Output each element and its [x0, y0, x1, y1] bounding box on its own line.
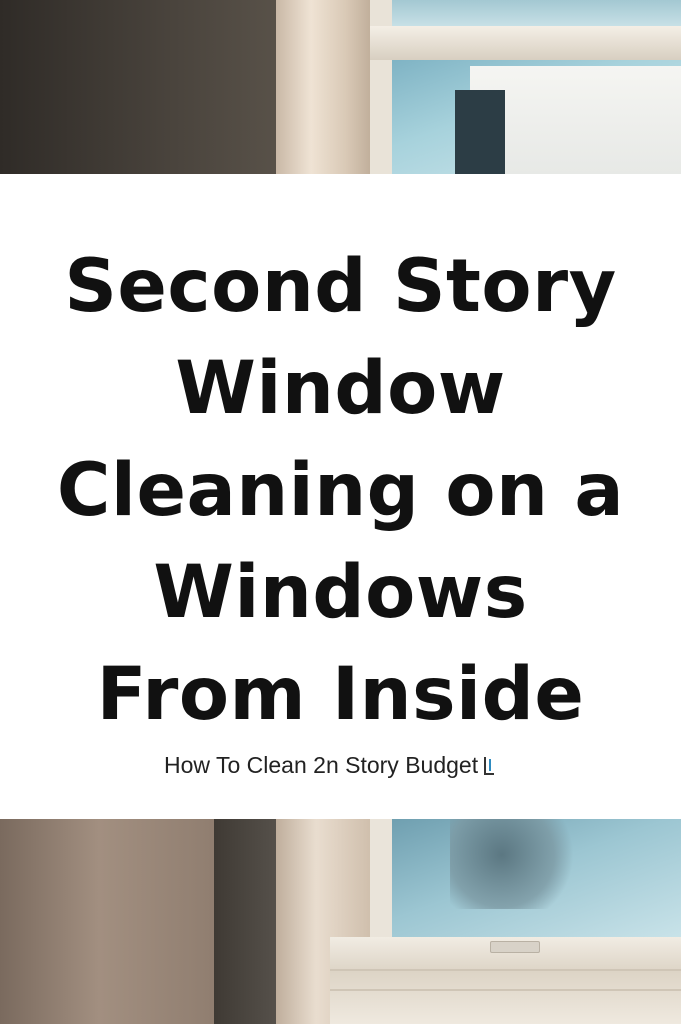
interior-wall	[0, 0, 290, 174]
title-line-2: Window	[175, 346, 506, 431]
title-line-3: Cleaning on a	[56, 448, 625, 533]
subtitle-text: How To Clean 2n Story Budget	[164, 752, 479, 778]
window-glass-upper	[392, 0, 681, 26]
sill-groove	[330, 969, 681, 971]
wall-shadow	[214, 819, 276, 1024]
window-rail	[370, 26, 681, 60]
interior-wall-bottom	[0, 819, 220, 1024]
page-title: Second Story Window Cleaning on a Window…	[20, 236, 661, 746]
window-photo-bottom	[0, 819, 681, 1024]
window-photo-top	[0, 0, 681, 174]
tree-shadow	[455, 90, 505, 174]
bracket-icon	[484, 757, 495, 775]
title-line-4: Windows	[153, 550, 528, 635]
window-trim	[276, 0, 376, 174]
window-latch	[490, 941, 540, 953]
sill-groove	[330, 989, 681, 991]
title-panel: Second Story Window Cleaning on a Window…	[0, 174, 681, 819]
water-spots	[450, 819, 580, 909]
title-line-5: From Inside	[96, 652, 585, 737]
title-line-1: Second Story	[64, 244, 617, 329]
subtitle: How To Clean 2n Story Budget	[164, 752, 495, 779]
